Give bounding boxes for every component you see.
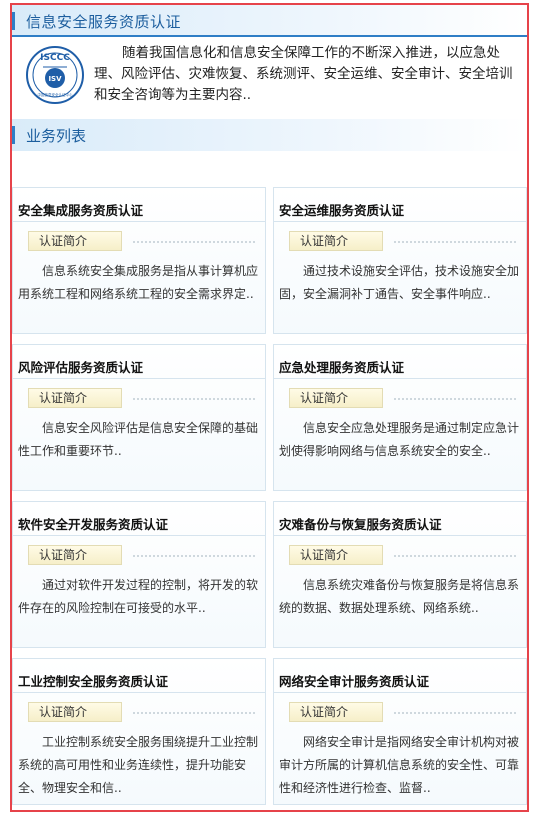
dotted-divider: [133, 712, 255, 714]
logo-bottom-text: 中国信息安全认证中心: [38, 92, 73, 97]
business-card[interactable]: 安全运维服务资质认证 认证简介 通过技术设施安全评估，技术设施安全加固，安全漏洞…: [273, 187, 527, 334]
dotted-divider: [133, 241, 255, 243]
business-list-header: 业务列表: [12, 119, 527, 151]
intro-tag-button[interactable]: 认证简介: [28, 545, 122, 565]
dotted-divider: [394, 555, 516, 557]
intro-tag-button[interactable]: 认证简介: [28, 702, 122, 722]
card-divider: [13, 221, 265, 222]
card-divider: [13, 535, 265, 536]
card-title[interactable]: 应急处理服务资质认证: [279, 357, 404, 376]
business-accent-bar: [12, 126, 15, 144]
card-description: 信息系统灾难备份与恢复服务是将信息系统的数据、数据处理系统、网络系统..: [279, 578, 520, 615]
intro-tag-button[interactable]: 认证简介: [289, 231, 383, 251]
dotted-divider: [394, 241, 516, 243]
content-frame: 信息安全服务资质认证 ISCCC ISV 中国信息安全认证中心 随着我国信息化和…: [10, 3, 529, 812]
isccc-logo: ISCCC ISV 中国信息安全认证中心: [26, 46, 84, 104]
business-card[interactable]: 灾难备份与恢复服务资质认证 认证简介 信息系统灾难备份与恢复服务是将信息系统的数…: [273, 501, 527, 648]
business-card[interactable]: 网络安全审计服务资质认证 认证简介 网络安全审计是指网络安全审计机构对被审计方所…: [273, 658, 527, 805]
card-description: 信息安全应急处理服务是通过制定应急计划使得影响网络与信息系统安全的安全..: [279, 421, 520, 458]
intro-tag-button[interactable]: 认证简介: [289, 545, 383, 565]
card-description: 信息系统安全集成服务是指从事计算机应用系统工程和网络系统工程的安全需求界定..: [18, 264, 259, 301]
card-title[interactable]: 风险评估服务资质认证: [18, 357, 143, 376]
intro-section: ISCCC ISV 中国信息安全认证中心 随着我国信息化和信息安全保障工作的不断…: [12, 37, 527, 107]
card-divider: [13, 378, 265, 379]
card-description: 通过对软件开发过程的控制，将开发的软件存在的风险控制在可接受的水平..: [18, 578, 259, 615]
card-divider: [274, 221, 526, 222]
card-title[interactable]: 灾难备份与恢复服务资质认证: [279, 514, 442, 533]
intro-tag-button[interactable]: 认证简介: [28, 388, 122, 408]
business-card[interactable]: 安全集成服务资质认证 认证简介 信息系统安全集成服务是指从事计算机应用系统工程和…: [12, 187, 266, 334]
dotted-divider: [394, 712, 516, 714]
business-card[interactable]: 工业控制安全服务资质认证 认证简介 工业控制系统安全服务围绕提升工业控制系统的高…: [12, 658, 266, 805]
intro-text: 随着我国信息化和信息安全保障工作的不断深入推进，以应急处理、风险评估、灾难恢复、…: [94, 45, 513, 103]
card-title[interactable]: 工业控制安全服务资质认证: [18, 671, 168, 690]
intro-tag-button[interactable]: 认证简介: [289, 702, 383, 722]
logo-top-text: ISCCC: [40, 53, 70, 63]
intro-tag-button[interactable]: 认证简介: [289, 388, 383, 408]
dotted-divider: [133, 398, 255, 400]
dotted-divider: [133, 555, 255, 557]
business-card[interactable]: 应急处理服务资质认证 认证简介 信息安全应急处理服务是通过制定应急计划使得影响网…: [273, 344, 527, 491]
business-list-title: 业务列表: [26, 127, 87, 145]
card-divider: [274, 378, 526, 379]
card-divider: [13, 692, 265, 693]
card-divider: [274, 692, 526, 693]
dotted-divider: [394, 398, 516, 400]
card-divider: [274, 535, 526, 536]
card-title[interactable]: 软件安全开发服务资质认证: [18, 514, 168, 533]
card-description: 通过技术设施安全评估，技术设施安全加固，安全漏洞补丁通告、安全事件响应..: [279, 264, 520, 301]
card-title[interactable]: 网络安全审计服务资质认证: [279, 671, 429, 690]
card-description: 工业控制系统安全服务围绕提升工业控制系统的高可用性和业务连续性，提升功能安全、物…: [18, 735, 259, 795]
card-description: 信息安全风险评估是信息安全保障的基础性工作和重要环节..: [18, 421, 259, 458]
business-card[interactable]: 风险评估服务资质认证 认证简介 信息安全风险评估是信息安全保障的基础性工作和重要…: [12, 344, 266, 491]
card-description: 网络安全审计是指网络安全审计机构对被审计方所属的计算机信息系统的安全性、可靠性和…: [279, 735, 520, 795]
business-card[interactable]: 软件安全开发服务资质认证 认证简介 通过对软件开发过程的控制，将开发的软件存在的…: [12, 501, 266, 648]
section-header: 信息安全服务资质认证: [12, 5, 527, 37]
header-accent-bar: [12, 12, 15, 30]
section-title: 信息安全服务资质认证: [26, 13, 182, 31]
card-title[interactable]: 安全集成服务资质认证: [18, 200, 143, 219]
logo-center-text: ISV: [48, 75, 62, 83]
intro-tag-button[interactable]: 认证简介: [28, 231, 122, 251]
card-title[interactable]: 安全运维服务资质认证: [279, 200, 404, 219]
